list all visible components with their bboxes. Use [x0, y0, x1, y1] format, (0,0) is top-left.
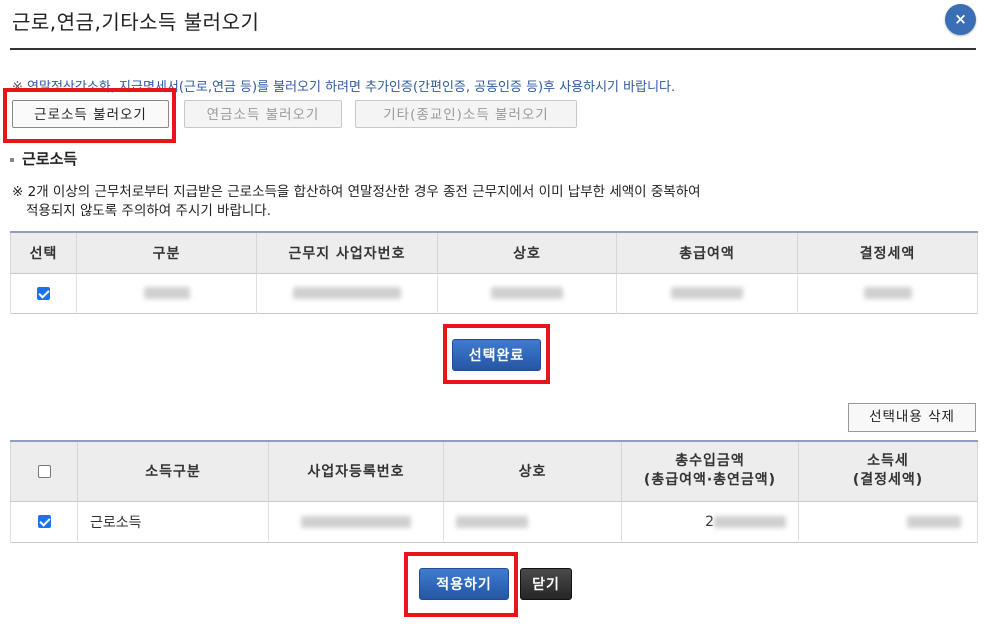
redacted-bizno	[293, 287, 401, 299]
col-income-tax: 소득세 (결정세액)	[798, 441, 978, 501]
dialog-title: 근로,연금,기타소득 불러오기	[12, 10, 260, 34]
load-pension-income-button[interactable]: 연금소득 불러오기	[184, 100, 342, 128]
table-row[interactable]: 근로소득 2	[10, 501, 978, 542]
apply-button[interactable]: 적용하기	[419, 568, 509, 600]
earned-income-table: 선택 구분 근무지 사업자번호 상호 총급여액 결정세액	[10, 231, 978, 314]
redacted-company-name	[456, 515, 528, 528]
load-earned-income-button[interactable]: 근로소득 불러오기	[12, 100, 169, 128]
select-done-button[interactable]: 선택완료	[452, 339, 541, 371]
col-total-income: 총수입금액 (총급여액·총연금액)	[621, 441, 799, 501]
redacted-name	[491, 287, 563, 299]
col-total-pay: 총급여액	[616, 232, 798, 273]
row-checkbox[interactable]	[37, 515, 51, 528]
col-select: 선택	[10, 232, 77, 273]
redacted-total-income	[714, 515, 786, 528]
redacted-tax	[863, 287, 912, 299]
section-title-text: 근로소득	[22, 150, 78, 168]
description-line-2: 적용되지 않도록 주의하여 주시기 바랍니다.	[26, 203, 272, 219]
col-type: 구분	[76, 232, 257, 273]
auth-notice: ※ 연말정산간소화, 지급명세서(근로,연금 등)를 불러오기 하려면 추가인증…	[12, 76, 675, 95]
col-biz-reg-no: 사업자등록번호	[268, 441, 444, 501]
redacted-total-pay	[671, 287, 743, 299]
applied-income-table: 소득구분 사업자등록번호 상호 총수입금액 (총급여액·총연금액) 소득세 (결…	[10, 440, 978, 543]
col-name: 상호	[437, 232, 617, 273]
redacted-type	[143, 287, 190, 299]
row-checkbox[interactable]	[37, 286, 50, 300]
col-income-tax-line-2: (결정세액)	[852, 472, 924, 489]
section-title: 근로소득	[10, 148, 77, 169]
redacted-biz-reg-no	[301, 515, 411, 528]
title-divider	[10, 48, 976, 50]
bullet-square-icon	[10, 157, 14, 162]
col-total-income-line-2: (총급여액·총연금액)	[643, 472, 777, 489]
col-company-name: 상호	[443, 441, 622, 501]
redacted-income-tax	[907, 515, 961, 528]
load-other-income-button[interactable]: 기타(종교인)소득 불러오기	[355, 100, 577, 128]
delete-selected-button[interactable]: 선택내용 삭제	[848, 403, 976, 432]
close-button[interactable]: 닫기	[520, 568, 572, 600]
col-income-type: 소득구분	[77, 441, 269, 501]
cell-income-type: 근로소득	[77, 501, 269, 542]
col-income-tax-line-1: 소득세	[867, 453, 909, 470]
description-line-1: ※ 2개 이상의 근무처로부터 지급받은 근로소득을 합산하여 연말정산한 경우…	[12, 184, 701, 200]
col-tax: 결정세액	[797, 232, 978, 273]
col-total-income-line-1: 총수입금액	[675, 453, 745, 470]
select-all-checkbox[interactable]	[37, 464, 51, 478]
notice-text: 연말정산간소화, 지급명세서(근로,연금 등)를 불러오기 하려면 추가인증(간…	[22, 80, 676, 95]
notice-mark: ※	[12, 80, 23, 95]
total-income-prefix: 2	[705, 513, 714, 530]
close-icon[interactable]: ×	[945, 4, 976, 35]
section-description: ※ 2개 이상의 근무처로부터 지급받은 근로소득을 합산하여 연말정산한 경우…	[12, 183, 701, 221]
col-bizno: 근무지 사업자번호	[256, 232, 438, 273]
table-row[interactable]	[10, 273, 978, 313]
